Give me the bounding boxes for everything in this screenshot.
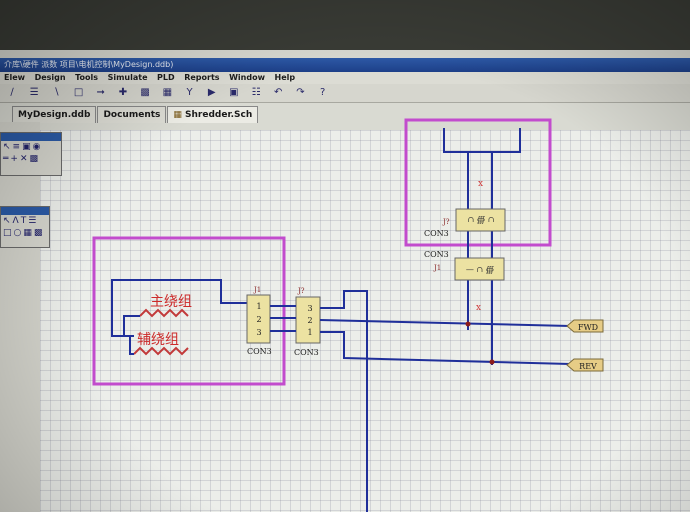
connector-j1-part: CON3 <box>247 347 272 356</box>
connector-top-pins: ∩ ∰ ∩ <box>468 215 495 224</box>
aux-winding-label: 辅绕组 <box>137 332 179 348</box>
main-winding-coil <box>139 308 189 318</box>
junction-fwd <box>465 321 471 327</box>
connector-j1-pin-2: 2 <box>256 315 261 324</box>
connector-top-designator: J? <box>442 218 450 226</box>
connector-j2-pin-1: 1 <box>307 328 312 337</box>
connector-bottom-part: CON3 <box>424 250 449 259</box>
no-connect-mark: x <box>478 179 483 189</box>
connector-j2-designator: J? <box>297 287 305 295</box>
connector-bottom-designator: J1 <box>433 264 441 272</box>
main-winding-label: 主绕组 <box>150 294 192 310</box>
connector-j1-designator: J1 <box>253 286 261 294</box>
connector-top-part: CON3 <box>424 229 449 238</box>
aux-winding-wire <box>129 336 134 355</box>
schematic-drawing: x ∩ ∰ ∩ J? CON3 — ∩ ∰ CON3 J1 x 主绕组 辅绕组 … <box>92 118 604 512</box>
port-fwd-label: FWD <box>578 323 598 332</box>
connector-j2-pin-2: 2 <box>307 316 312 325</box>
port-rev-label: REV <box>579 362 597 371</box>
no-connect-mark: x <box>476 303 481 313</box>
connector-j1-pin-3: 3 <box>256 328 261 337</box>
aux-winding-lead <box>123 315 134 337</box>
junction-rev <box>489 359 495 365</box>
wire-top-loop <box>443 128 521 153</box>
connector-j2-part: CON3 <box>294 348 319 357</box>
connector-j1-pin-1: 1 <box>256 302 261 311</box>
connector-bottom-pins: — ∩ ∰ <box>466 265 494 274</box>
connector-j2-pin-3: 3 <box>307 304 312 313</box>
aux-winding-coil <box>133 346 189 356</box>
